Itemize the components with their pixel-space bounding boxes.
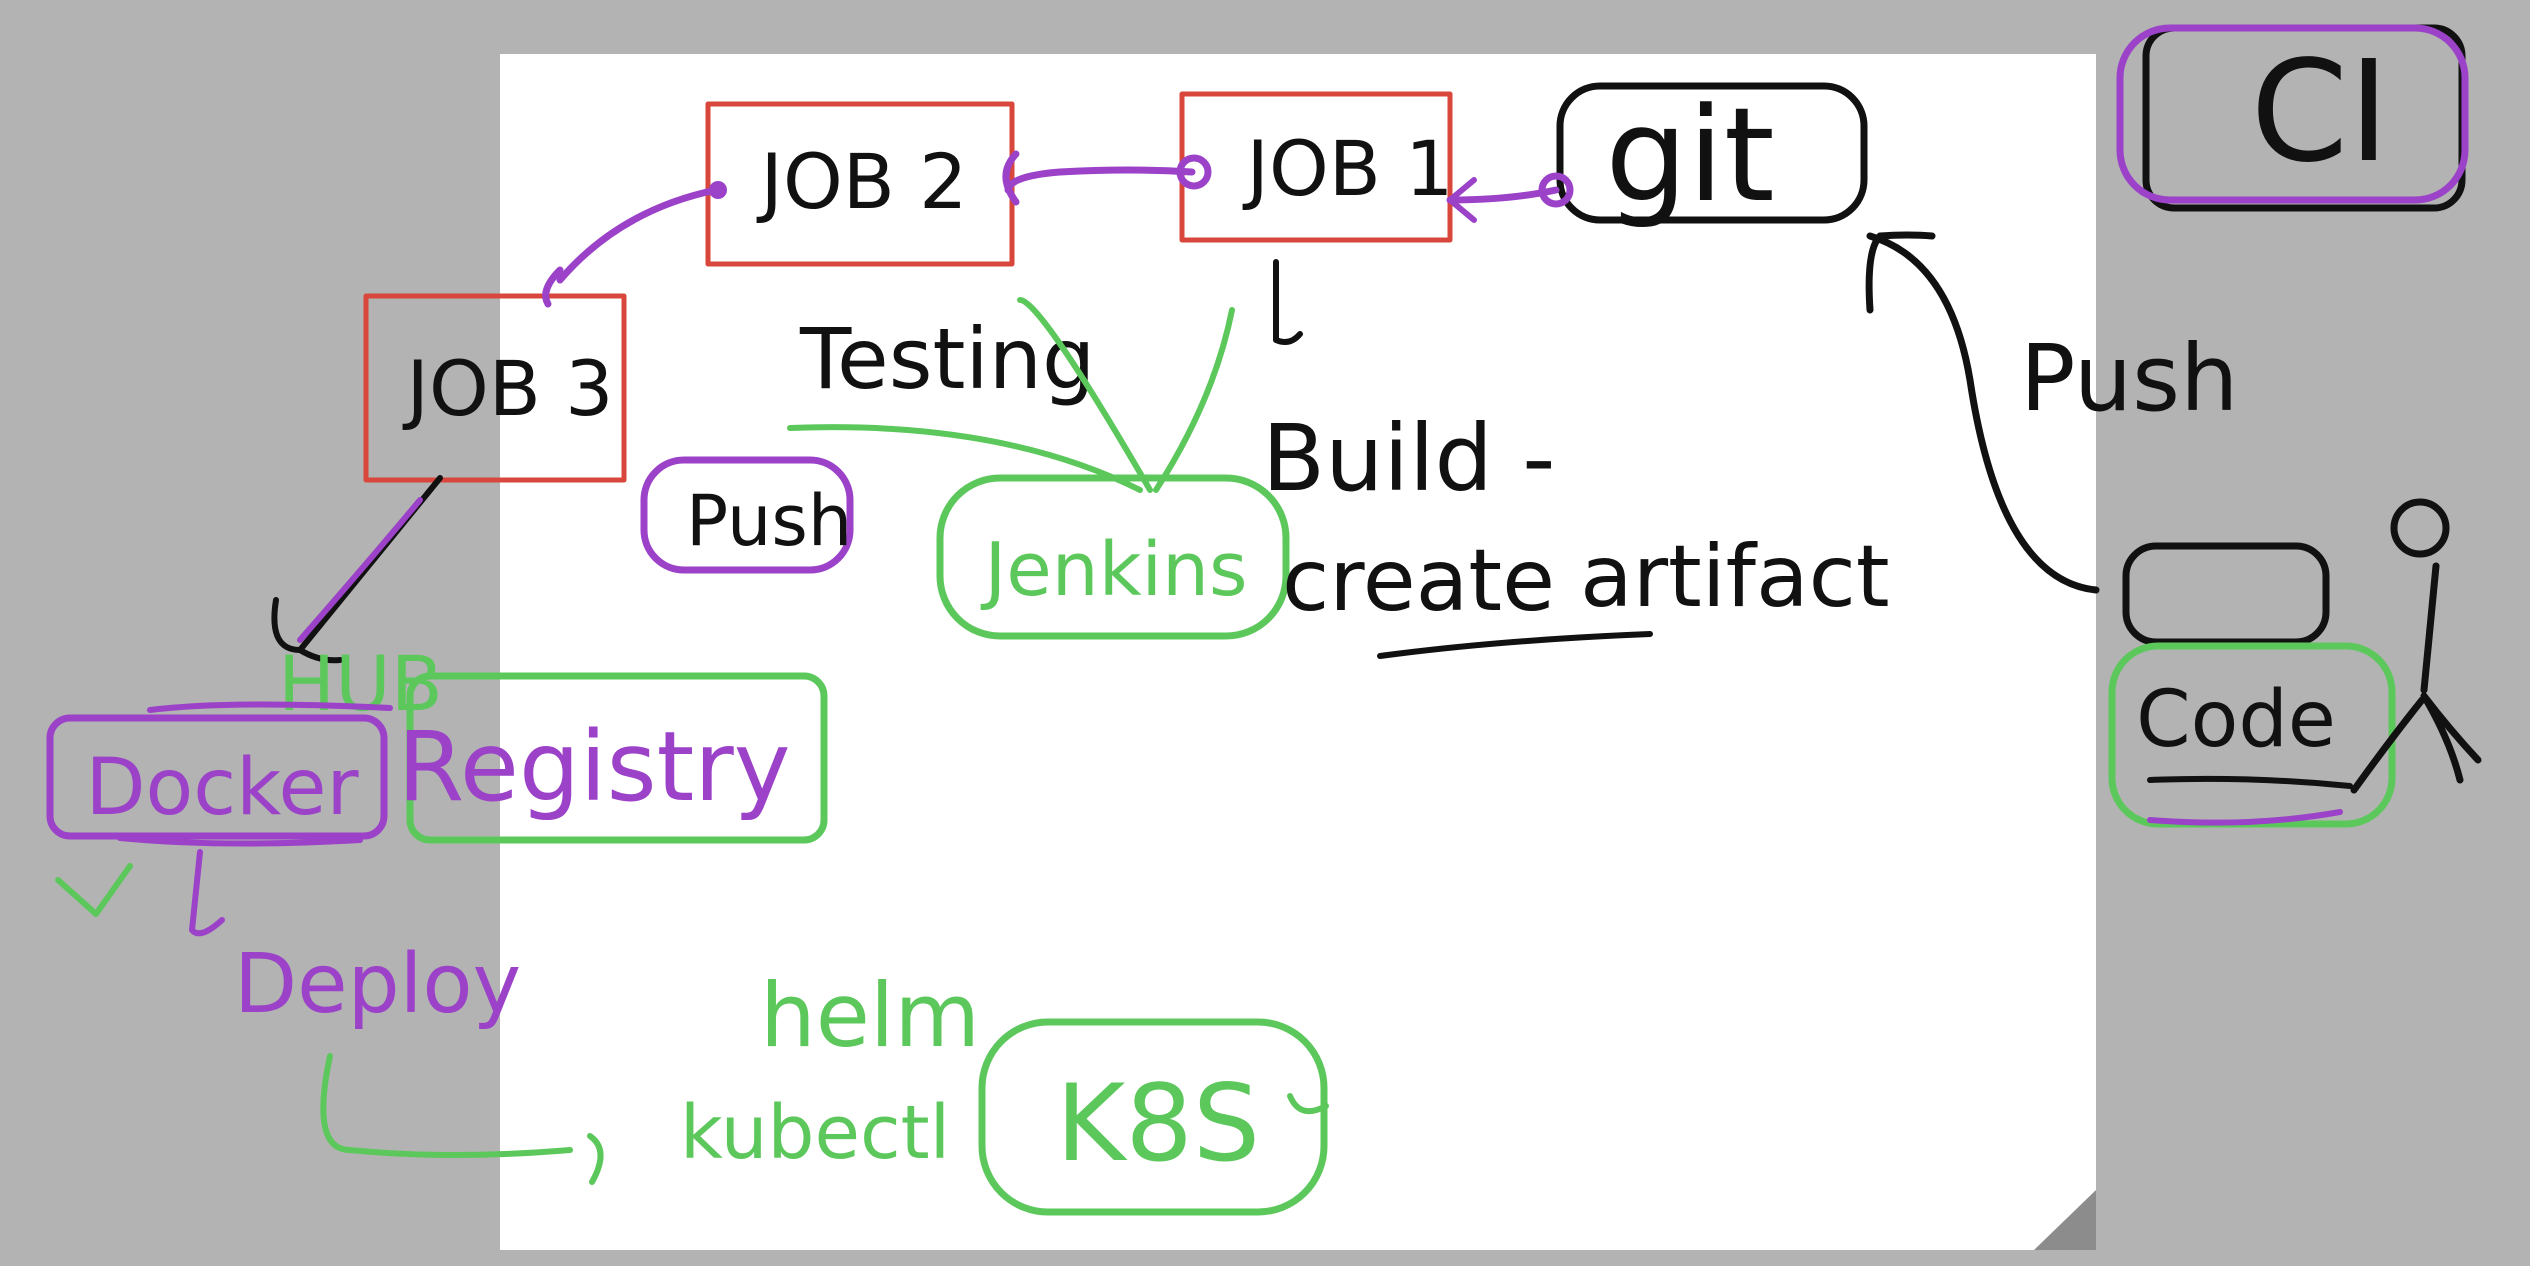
create-label: create (1282, 531, 1555, 631)
k8s-label: K8S (1056, 1062, 1260, 1185)
helm-label: helm (760, 964, 980, 1067)
git-label: git (1605, 79, 1775, 231)
kubectl-label: kubectl (680, 1090, 950, 1176)
artifact-label: artifact (1580, 527, 1890, 627)
push-black-label: Push (2020, 325, 2238, 432)
job2-label: JOB 2 (757, 137, 968, 226)
job2-to-job3-connector (556, 186, 720, 284)
job1-to-job2-connector (1004, 166, 1196, 194)
job3-label: JOB 3 (403, 344, 614, 433)
jenkins-node: Jenkins (936, 474, 1290, 640)
developer-stick-figure (2350, 498, 2482, 794)
push-purple-label: Push (686, 480, 852, 562)
registry-label: Registry (398, 711, 791, 823)
job1-label: JOB 1 (1243, 124, 1454, 213)
deploy-label: Deploy (234, 937, 521, 1032)
check-icon (55, 863, 133, 917)
code-label: Code (2136, 675, 2336, 765)
docker-label: Docker (85, 743, 359, 833)
ci-node: CI (2116, 24, 2469, 212)
job1-node: JOB 1 (1179, 91, 1454, 243)
jenkins-link-build (1153, 307, 1235, 493)
job1-down-arrow (1273, 259, 1303, 345)
build-label: Build - (1262, 405, 1555, 512)
docker-down-arrow (189, 849, 225, 937)
code-node: Code (2108, 542, 2396, 828)
job2-node: JOB 2 (705, 101, 1015, 267)
git-node: git (1556, 79, 1868, 231)
job3-to-docker-arrow-purple (297, 497, 423, 643)
deploy-to-kubectl-arrow (320, 1053, 573, 1158)
job3-node: JOB 3 (363, 293, 627, 483)
artifact-underline (1377, 631, 1653, 659)
jenkins-label: Jenkins (980, 527, 1247, 613)
diagram-drawing: CI git JOB 1 JOB 2 JOB 3 Testing Push Je… (46, 24, 2482, 1216)
k8s-node: K8S (978, 1018, 1329, 1216)
ci-label: CI (2250, 31, 2389, 194)
registry-node: Registry (398, 672, 828, 844)
testing-label: Testing (799, 310, 1095, 408)
